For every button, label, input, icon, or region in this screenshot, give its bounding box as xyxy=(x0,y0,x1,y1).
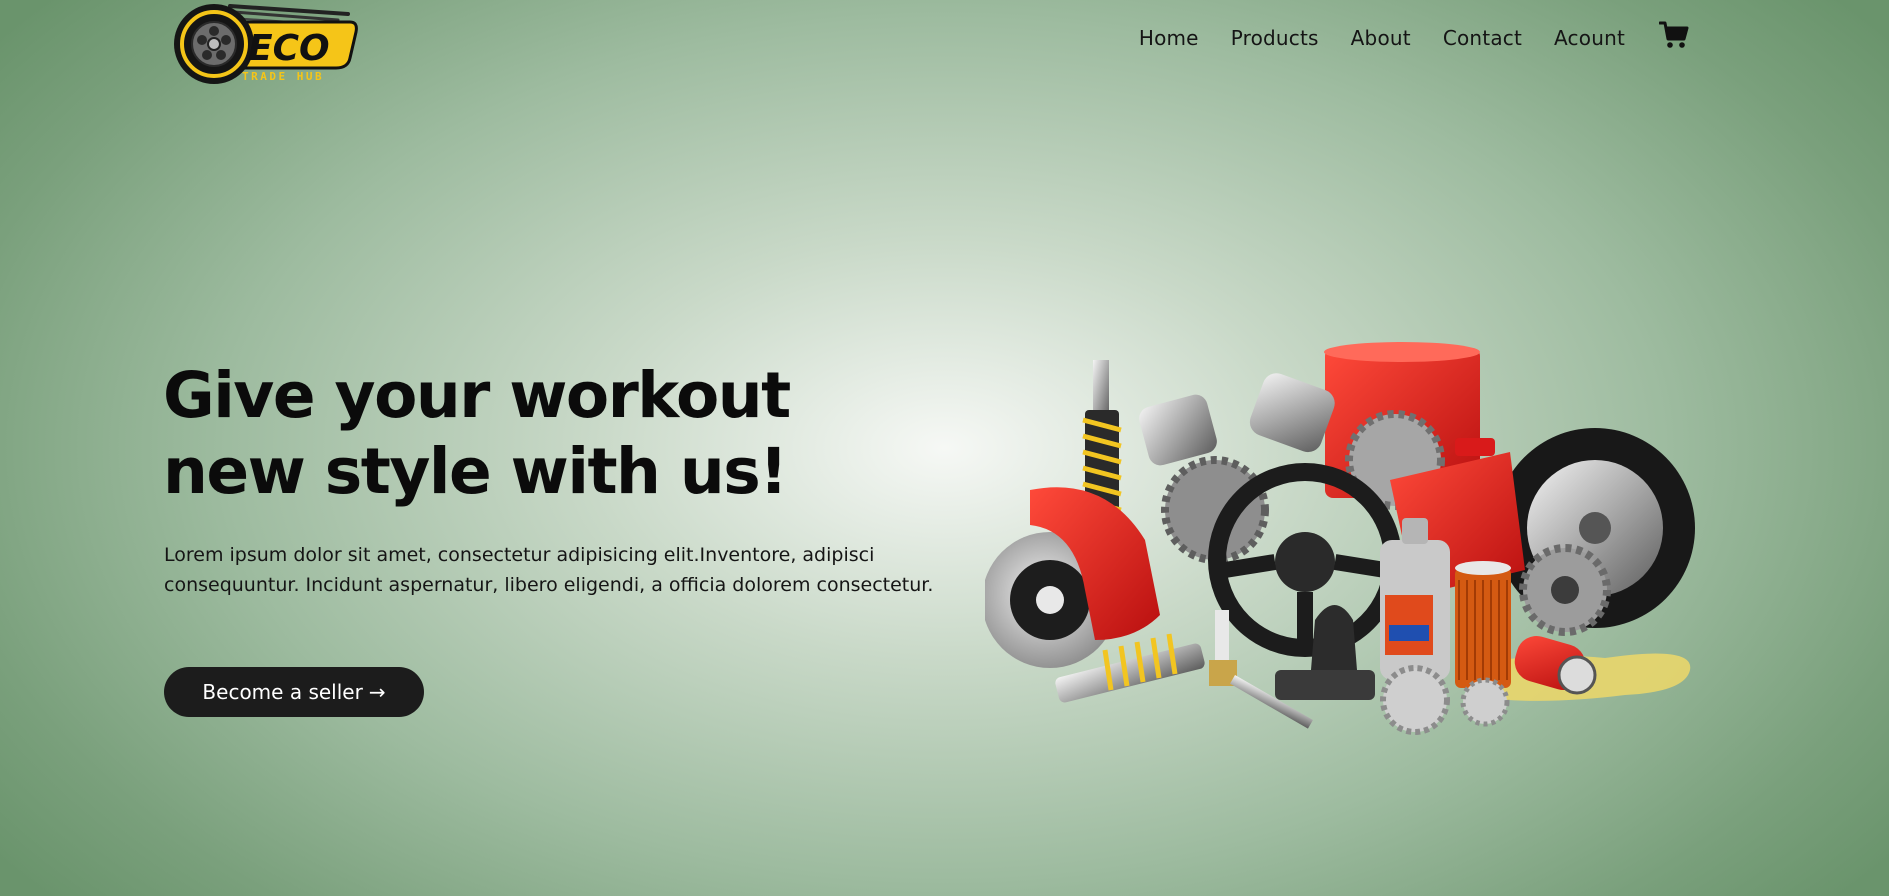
nav-link-products[interactable]: Products xyxy=(1231,26,1319,50)
hero-title-line-1: Give your workout xyxy=(163,359,791,432)
shopping-cart-icon[interactable] xyxy=(1659,20,1689,50)
eco-trade-hub-logo[interactable]: ECO TRADE HUB xyxy=(170,0,360,88)
hero-title: Give your workout new style with us! xyxy=(163,358,863,510)
nav-link-about[interactable]: About xyxy=(1351,26,1411,50)
car-parts-image xyxy=(985,342,1695,735)
hero-description: Lorem ipsum dolor sit amet, consectetur … xyxy=(164,544,934,596)
arrow-right-icon: → xyxy=(368,680,386,704)
nav-link-account[interactable]: Acount xyxy=(1554,26,1625,50)
site-header: ECO TRADE HUB Home Products About Contac… xyxy=(0,0,1889,90)
become-seller-label: Become a seller xyxy=(202,680,363,704)
nav-link-contact[interactable]: Contact xyxy=(1443,26,1522,50)
brand-tagline: TRADE HUB xyxy=(242,70,324,83)
nav-link-home[interactable]: Home xyxy=(1139,26,1199,50)
main-nav: Home Products About Contact Acount xyxy=(1139,21,1689,50)
hero-title-line-2: new style with us! xyxy=(163,435,788,508)
brand-name: ECO xyxy=(248,28,330,69)
become-seller-button[interactable]: Become a seller → xyxy=(164,667,424,717)
